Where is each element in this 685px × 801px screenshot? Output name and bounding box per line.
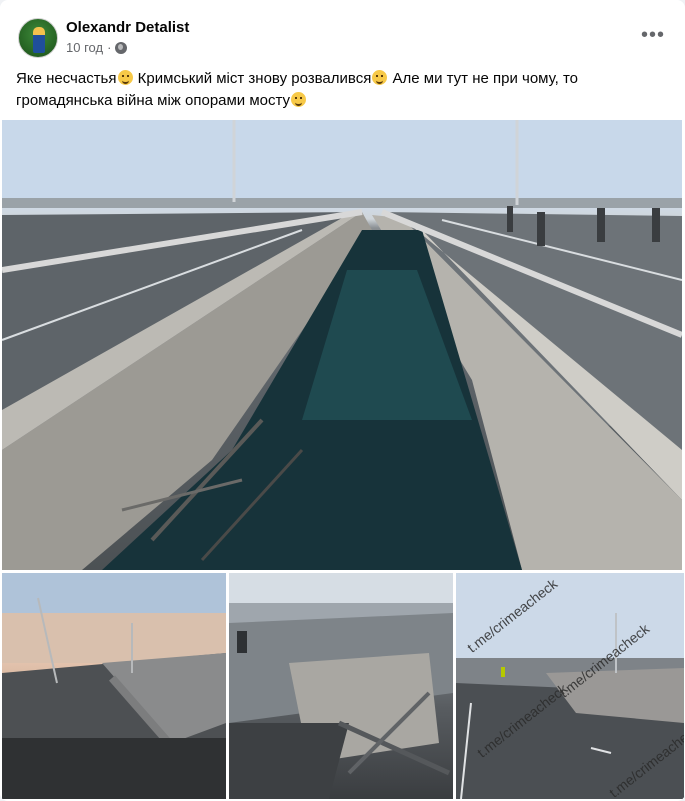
thumbnail-photo-1[interactable] [2, 573, 226, 799]
emoji-icon [291, 92, 307, 107]
emoji-icon [117, 70, 133, 85]
post-header: Olexandr Detalist 10 год · ••• [16, 16, 669, 60]
emoji-icon [372, 70, 388, 85]
globe-icon[interactable] [115, 41, 128, 54]
meta-separator: · [107, 40, 112, 55]
main-photo[interactable] [2, 120, 682, 570]
avatar[interactable] [18, 18, 58, 58]
author-name[interactable]: Olexandr Detalist [66, 19, 189, 36]
bridge-illustration [2, 120, 682, 570]
post-timestamp[interactable]: 10 год [66, 40, 103, 55]
thumbnail-1-illustration [2, 573, 226, 799]
post-text: Яке несчастья Кримський міст знову розва… [16, 68, 666, 112]
avatar-figure [33, 27, 45, 53]
thumbnail-2-illustration [229, 573, 453, 799]
post-text-part2: Кримський міст знову розвалився [133, 70, 372, 87]
post-card: Olexandr Detalist 10 год · ••• Яке несча… [0, 0, 685, 801]
thumbnail-photo-3[interactable]: t.me/crimeacheck t.me/crimeacheck t.me/c… [456, 573, 684, 799]
thumbnail-photo-2[interactable] [229, 573, 453, 799]
more-options-icon[interactable]: ••• [641, 24, 665, 47]
post-text-part1: Яке несчастья [16, 70, 117, 87]
post-meta: 10 год · [66, 40, 128, 55]
